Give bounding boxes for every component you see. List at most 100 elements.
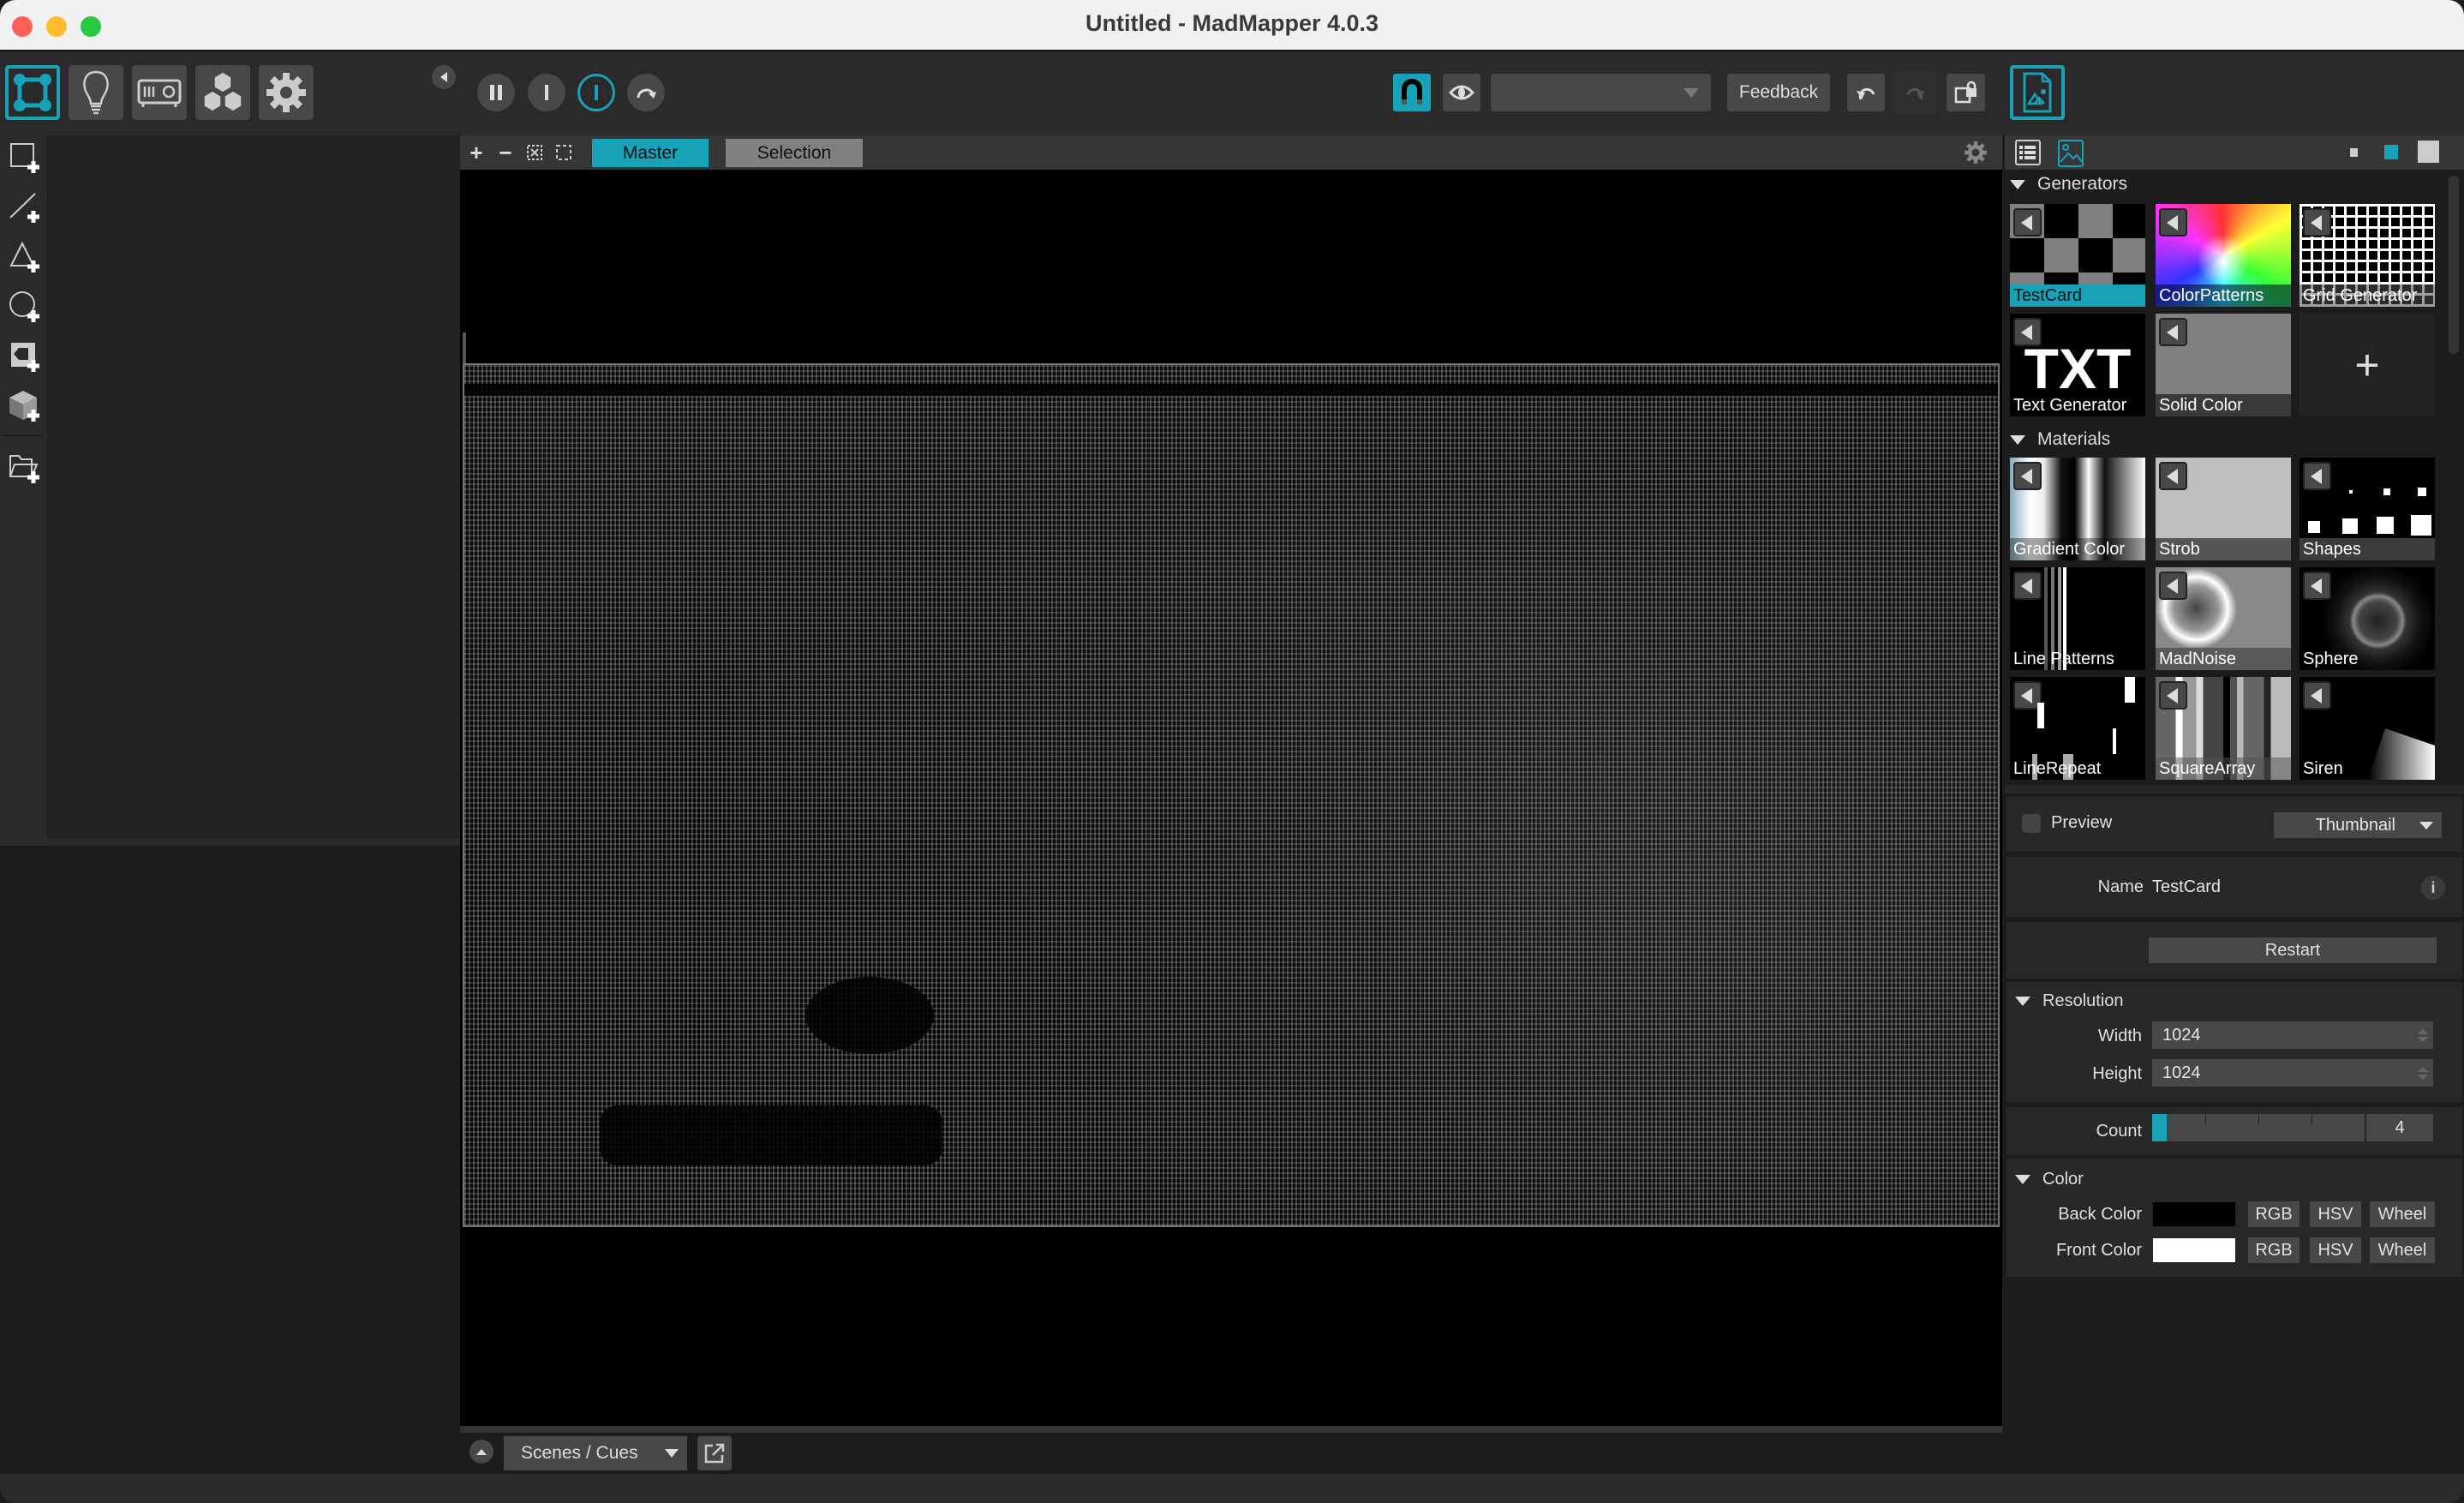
front-color-rgb-button[interactable]: RGB	[2248, 1237, 2300, 1263]
count-value-field[interactable]: 4	[2366, 1114, 2433, 1141]
mode-surfaces-button[interactable]	[5, 65, 60, 120]
material-gradient-color[interactable]: Gradient Color	[2010, 458, 2145, 560]
stop-button[interactable]	[528, 74, 565, 111]
library-properties-splitter[interactable]	[2005, 785, 2464, 793]
surfaces-list-panel	[47, 135, 460, 838]
resolution-title: Resolution	[2042, 991, 2124, 1010]
select-area-button[interactable]	[553, 142, 574, 163]
generator-text[interactable]: TXT Text Generator	[2010, 314, 2145, 416]
add-mask-button[interactable]	[7, 338, 43, 375]
thumb-size-large-button[interactable]	[2418, 141, 2439, 163]
back-color-wheel-button[interactable]: Wheel	[2370, 1201, 2435, 1227]
info-button[interactable]: i	[2421, 876, 2445, 900]
material-squarearray[interactable]: SquareArray	[2156, 677, 2291, 780]
tab-master[interactable]: Master	[592, 139, 709, 167]
preview-mode-dropdown[interactable]: Thumbnail	[2274, 812, 2442, 838]
canvas-settings-button[interactable]	[1964, 141, 1988, 165]
thumb-size-small-button[interactable]	[2350, 148, 2358, 157]
chevron-down-icon	[665, 1449, 679, 1458]
lightbulb-icon	[83, 70, 109, 115]
material-madnoise[interactable]: MadNoise	[2156, 567, 2291, 670]
generator-grid[interactable]: Grid Generator	[2300, 204, 2435, 307]
status-bar	[0, 1474, 2464, 1503]
back-color-rgb-button[interactable]: RGB	[2248, 1201, 2300, 1227]
front-color-wheel-button[interactable]: Wheel	[2370, 1237, 2435, 1263]
material-strob[interactable]: Strob	[2156, 458, 2291, 560]
section-materials-header[interactable]: Materials	[2010, 428, 2110, 451]
back-color-swatch[interactable]	[2152, 1201, 2236, 1227]
count-slider[interactable]	[2152, 1114, 2365, 1141]
generator-solid-color[interactable]: Solid Color	[2156, 314, 2291, 416]
section-generators-header[interactable]: Generators	[2010, 173, 2127, 195]
media-panel-button[interactable]	[2010, 65, 2065, 120]
material-shapes[interactable]: Shapes	[2300, 458, 2435, 560]
width-stepper[interactable]	[2418, 1028, 2428, 1042]
snap-magnet-button[interactable]	[1393, 74, 1431, 111]
material-siren[interactable]: Siren	[2300, 677, 2435, 780]
material-sphere[interactable]: Sphere	[2300, 567, 2435, 670]
generator-colorpatterns[interactable]: ColorPatterns	[2156, 204, 2291, 307]
mode-lights-button[interactable]	[69, 65, 123, 120]
front-color-hsv-button[interactable]: HSV	[2310, 1237, 2361, 1263]
loop-button[interactable]	[627, 74, 665, 111]
add-group-button[interactable]	[7, 449, 43, 487]
generator-label: ColorPatterns	[2156, 284, 2291, 307]
disclosure-triangle-icon	[2010, 179, 2025, 189]
resolution-header[interactable]: Resolution	[2015, 989, 2124, 1013]
play-button[interactable]	[577, 74, 615, 111]
zoom-in-button[interactable]: +	[466, 140, 487, 165]
zoom-out-button[interactable]: −	[495, 140, 516, 165]
height-stepper[interactable]	[2418, 1066, 2428, 1080]
fit-view-button[interactable]	[524, 142, 545, 163]
apply-arrow-icon	[2159, 208, 2187, 237]
undo-button[interactable]	[1847, 74, 1885, 111]
thumb-size-medium-button[interactable]	[2384, 145, 2398, 159]
feedback-button[interactable]: Feedback	[1727, 74, 1830, 111]
add-generator-button[interactable]: +	[2300, 314, 2435, 416]
canvas-bottom-edge	[460, 1426, 2002, 1433]
generator-testcard[interactable]: TestCard	[2010, 204, 2145, 307]
mode-outputs-button[interactable]	[132, 65, 187, 120]
list-view-button[interactable]	[2015, 140, 2041, 165]
add-line-button[interactable]	[7, 189, 43, 226]
material-linerepeat[interactable]: LineRepeat	[2010, 677, 2145, 780]
projected-surface-image[interactable]	[463, 363, 2000, 1227]
preview-row: Preview Thumbnail	[2006, 797, 2462, 852]
stepper-down-icon	[2418, 1074, 2428, 1080]
disclosure-triangle-icon	[2010, 434, 2025, 445]
width-input[interactable]: 1024	[2152, 1021, 2433, 1049]
mode-modules-button[interactable]	[195, 65, 250, 120]
color-header[interactable]: Color	[2015, 1167, 2084, 1191]
section-title: Generators	[2037, 174, 2128, 194]
add-circle-button[interactable]	[7, 288, 43, 326]
detach-panel-button[interactable]	[697, 1436, 732, 1470]
material-line-patterns[interactable]: Line Patterns	[2010, 567, 2145, 670]
resolution-section: Resolution Width 1024 Height 1024	[2006, 982, 2462, 1102]
visibility-button[interactable]	[1443, 74, 1480, 111]
mode-settings-button[interactable]	[259, 65, 314, 120]
add-3d-object-button[interactable]	[7, 387, 43, 425]
image-icon	[2060, 144, 2083, 163]
preview-checkbox[interactable]	[2022, 814, 2041, 833]
redo-button[interactable]	[1895, 70, 1936, 115]
front-color-swatch[interactable]	[2152, 1237, 2236, 1263]
lock-output-button[interactable]	[1947, 74, 1985, 111]
collapse-left-panel-button[interactable]	[432, 65, 456, 89]
library-scrollbar[interactable]	[2449, 176, 2459, 354]
output-dropdown[interactable]	[1491, 74, 1711, 111]
back-color-hsv-button[interactable]: HSV	[2310, 1201, 2361, 1227]
height-input[interactable]: 1024	[2152, 1059, 2433, 1087]
loop-arrow-icon	[637, 88, 656, 99]
bottom-panel-select[interactable]: Scenes / Cues	[504, 1436, 687, 1470]
left-panel-splitter[interactable]	[0, 838, 460, 846]
thumbnail-view-button[interactable]	[2058, 140, 2084, 167]
add-quad-button[interactable]	[7, 139, 43, 177]
material-label: Siren	[2303, 759, 2343, 778]
tab-selection[interactable]: Selection	[726, 139, 863, 167]
expand-bottom-panel-button[interactable]	[469, 1440, 493, 1464]
restart-button[interactable]: Restart	[2149, 937, 2437, 963]
pause-icon	[490, 85, 502, 100]
add-triangle-button[interactable]	[7, 238, 43, 276]
pause-button[interactable]	[477, 74, 515, 111]
material-label: SquareArray	[2156, 757, 2291, 780]
